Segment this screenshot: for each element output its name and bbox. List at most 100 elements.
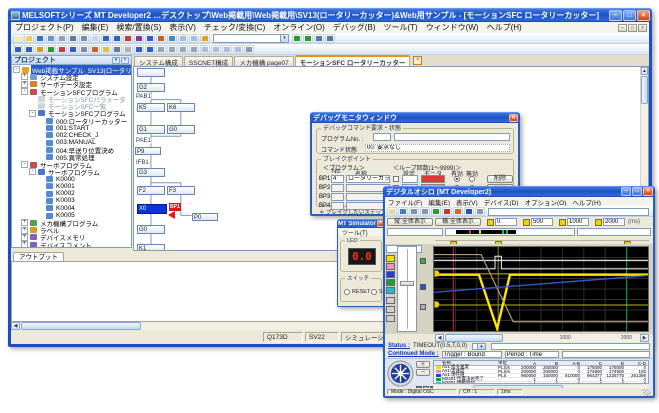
- panel-close-icon[interactable]: ×: [121, 57, 129, 64]
- tree-expand-toggle[interactable]: -: [21, 88, 28, 95]
- toolbar-icon[interactable]: [156, 34, 166, 43]
- menu-item[interactable]: ヘルプ(H): [569, 197, 604, 207]
- toolbar-icon[interactable]: [167, 45, 177, 54]
- bp-no-field[interactable]: [331, 193, 344, 201]
- toolbar-combobox[interactable]: ▾: [213, 34, 289, 43]
- tree-item[interactable]: - サーボプログラム: [12, 168, 131, 175]
- menu-item[interactable]: ヘルプ(H): [483, 22, 526, 33]
- capture-range-field[interactable]: [577, 228, 651, 236]
- menu-item[interactable]: チェック/変換(C): [200, 22, 269, 33]
- sfc-step[interactable]: G2: [137, 83, 165, 92]
- toolbar-icon[interactable]: [145, 45, 155, 54]
- toolbar-icon[interactable]: [387, 207, 397, 216]
- toolbar-icon[interactable]: [24, 45, 34, 54]
- sfc-step[interactable]: G0: [167, 125, 195, 134]
- output-tab[interactable]: アウトプット: [13, 252, 64, 261]
- mdi-close-icon[interactable]: ×: [638, 24, 647, 32]
- cursor-value-field[interactable]: 0: [495, 218, 517, 226]
- toolbar-icon[interactable]: [13, 34, 23, 43]
- document-tab[interactable]: SSCNET構成: [184, 56, 233, 66]
- resize-grip[interactable]: [643, 389, 651, 396]
- tree-expand-toggle[interactable]: +: [21, 73, 28, 80]
- tree-expand-toggle[interactable]: -: [21, 161, 28, 168]
- pin-icon[interactable]: ▾: [112, 57, 120, 64]
- bp-enable-radio[interactable]: [454, 176, 460, 182]
- toolbar-icon[interactable]: [68, 34, 78, 43]
- toolbar-icon[interactable]: [79, 34, 89, 43]
- channel-color-chip[interactable]: [386, 263, 395, 270]
- close-button[interactable]: ×: [643, 187, 653, 196]
- toolbar-icon[interactable]: [244, 45, 254, 54]
- toolbar-icon[interactable]: [292, 34, 302, 43]
- bp-checkbox[interactable]: [393, 176, 399, 182]
- bp-no-field[interactable]: [331, 184, 344, 192]
- channel-button[interactable]: [386, 297, 395, 304]
- toolbar-icon[interactable]: [178, 45, 188, 54]
- toolbar-icon[interactable]: [112, 45, 122, 54]
- channel-color-chip[interactable]: [386, 271, 395, 278]
- toolbar-icon[interactable]: [35, 34, 45, 43]
- cursor-badge-icon[interactable]: [595, 219, 602, 226]
- set-radio[interactable]: [371, 289, 377, 295]
- breakpoint-marker[interactable]: BP1: [169, 203, 181, 211]
- period-field[interactable]: Period : Time: [505, 351, 559, 358]
- toolbar-icon[interactable]: [90, 34, 100, 43]
- sfc-step-label[interactable]: PAB1: [136, 94, 151, 100]
- tree-item[interactable]: K0004: [12, 205, 131, 212]
- toolbar-icon[interactable]: [46, 45, 56, 54]
- channel-row[interactable]: M2001:始動受付 - 1 1 0 0 0 0: [434, 382, 648, 384]
- tree-item[interactable]: K0001: [12, 183, 131, 190]
- scroll-left-icon[interactable]: ◀: [11, 322, 20, 330]
- mode-detail-field[interactable]: [562, 351, 650, 358]
- tree-item[interactable]: 000:ロータリーカッター: [12, 117, 131, 124]
- toolbar-icon[interactable]: [189, 34, 199, 43]
- tree-expand-toggle[interactable]: -: [29, 168, 36, 175]
- toolbar-icon[interactable]: [134, 34, 144, 43]
- horizontal-scale-button[interactable]: 横:全体表示: [435, 218, 481, 226]
- cursor-badge-icon[interactable]: [559, 219, 566, 226]
- tree-item[interactable]: 002:CHECK_J: [12, 132, 131, 139]
- sfc-step[interactable]: F2: [137, 186, 165, 195]
- toolbar-icon[interactable]: [222, 45, 232, 54]
- channel-button[interactable]: [386, 315, 395, 322]
- toolbar-icon[interactable]: [233, 45, 243, 54]
- cursor-badge-icon[interactable]: [487, 219, 494, 226]
- sfc-step[interactable]: P9: [135, 147, 161, 155]
- tree-item[interactable]: K0002: [12, 190, 131, 197]
- menu-item[interactable]: 表示(V): [453, 197, 481, 207]
- toolbar-icon[interactable]: [211, 45, 221, 54]
- toolbar-icon[interactable]: [134, 45, 144, 54]
- sfc-step[interactable]: K5: [137, 103, 165, 112]
- minimize-button[interactable]: –: [621, 187, 631, 196]
- scrollbar-thumb[interactable]: [445, 334, 503, 342]
- sfc-step[interactable]: K6: [167, 103, 195, 112]
- scroll-up-icon[interactable]: ▲: [641, 67, 648, 75]
- close-button[interactable]: ×: [637, 10, 650, 21]
- dialog-close-button[interactable]: ×: [509, 114, 518, 122]
- vertical-scale-slider[interactable]: [397, 246, 417, 332]
- vertical-scale-button[interactable]: 縦:全体表示: [387, 218, 433, 226]
- channel-color-chip[interactable]: [386, 287, 395, 294]
- document-tab[interactable]: メカ機構 page07: [234, 56, 294, 66]
- toolbar-icon[interactable]: [325, 34, 335, 43]
- toolbar-icon[interactable]: [13, 45, 23, 54]
- capture-info-field[interactable]: [387, 228, 443, 236]
- menu-item[interactable]: 編集(E): [425, 197, 453, 207]
- scroll-left-icon[interactable]: ◀: [435, 334, 444, 342]
- tree-expand-toggle[interactable]: +: [21, 227, 28, 234]
- toolbar-icon[interactable]: [46, 34, 56, 43]
- sfc-step[interactable]: P0: [192, 213, 218, 221]
- toolbar-icon[interactable]: [189, 45, 199, 54]
- toolbar-icon[interactable]: [68, 45, 78, 54]
- bp-no-field[interactable]: 4: [331, 175, 344, 183]
- trigger-field[interactable]: Trigger : Bound: [442, 351, 502, 358]
- channel-color-chip[interactable]: [386, 279, 395, 286]
- tree-item[interactable]: + デバイスコメント: [12, 241, 131, 248]
- tree-expand-toggle[interactable]: +: [21, 81, 28, 88]
- channel-color-chip[interactable]: [386, 255, 395, 262]
- toolbar-icon[interactable]: [90, 45, 100, 54]
- toolbar-icon[interactable]: [200, 45, 210, 54]
- menu-item[interactable]: 表示(V): [165, 22, 200, 33]
- menu-item[interactable]: デバッグ(B): [329, 22, 380, 33]
- toolbar-icon[interactable]: [178, 34, 188, 43]
